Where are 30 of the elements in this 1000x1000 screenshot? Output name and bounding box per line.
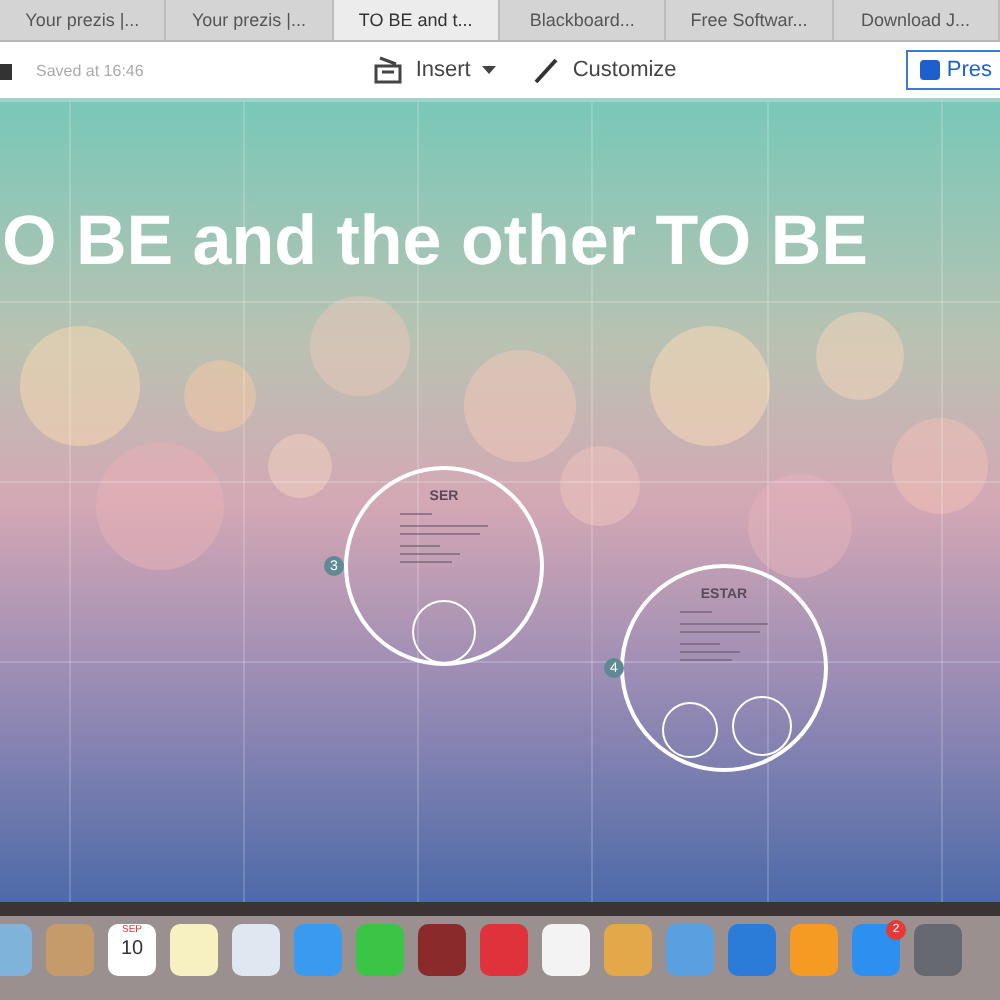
text-lines-drawing xyxy=(680,610,768,666)
browser-tab[interactable]: Download J... xyxy=(833,0,1000,40)
present-icon xyxy=(920,60,941,80)
app-icon[interactable] xyxy=(46,924,94,976)
app-icon[interactable] xyxy=(790,924,838,976)
app-icon[interactable] xyxy=(170,924,218,976)
browser-tab[interactable]: TO BE and t... xyxy=(333,0,500,40)
app-icon[interactable] xyxy=(542,924,590,976)
app-icon[interactable] xyxy=(418,924,466,976)
app-icon[interactable] xyxy=(232,924,280,976)
insert-button[interactable]: Insert xyxy=(363,52,505,88)
insert-icon xyxy=(371,56,404,84)
small-circle-frame[interactable] xyxy=(732,696,792,756)
text-lines-drawing xyxy=(400,512,488,568)
app-icon[interactable] xyxy=(356,924,404,976)
app-icon[interactable] xyxy=(728,924,776,976)
app-icon[interactable] xyxy=(914,924,962,976)
browser-tab[interactable]: Free Softwar... xyxy=(666,0,834,40)
browser-tab[interactable]: Your prezis |... xyxy=(0,0,167,40)
small-circle-frame[interactable] xyxy=(412,600,476,664)
caret-icon xyxy=(482,66,497,74)
save-status: Saved at 16:46 xyxy=(36,61,144,79)
customize-button[interactable]: Customize xyxy=(524,52,685,88)
small-circle-frame[interactable] xyxy=(662,702,718,758)
present-button[interactable]: Pres xyxy=(906,50,1000,90)
slide-title: O BE and the other TO BE xyxy=(2,202,869,282)
brush-icon xyxy=(532,56,561,84)
app-icon[interactable] xyxy=(480,924,528,976)
browser-tab[interactable]: Blackboard... xyxy=(499,0,667,40)
app-icon[interactable] xyxy=(604,924,652,976)
